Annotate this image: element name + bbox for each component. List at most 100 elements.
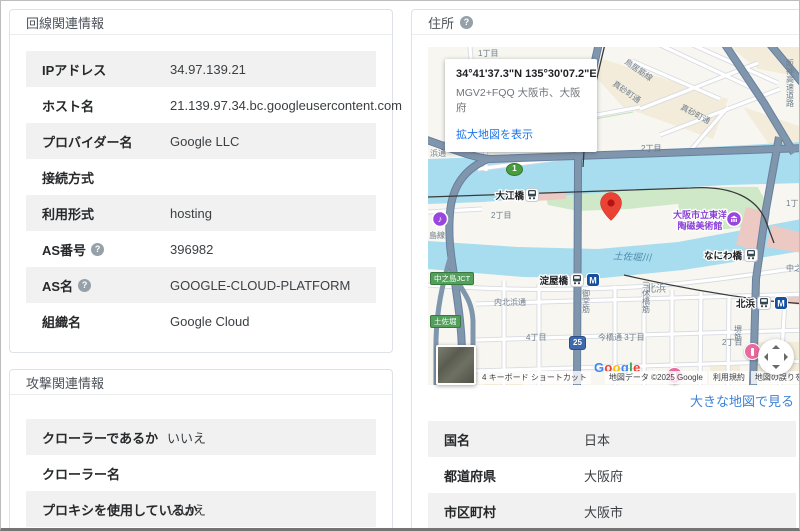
map-label: 2丁目 [641, 144, 661, 153]
highway-badge-jct: 中之島JCT [430, 272, 474, 285]
row-label: 組織名 [42, 312, 170, 331]
map-label: 4丁目 [526, 333, 546, 342]
row-label: プロキシを使用しているか [42, 500, 167, 519]
map-attribution: 4 キーボード ショートカット 地図データ ©2025 Google 利用規約 … [428, 371, 800, 384]
map-label: 2丁目 [491, 211, 511, 220]
help-icon[interactable]: ? [91, 243, 104, 256]
map-label: 陶磁美術館 [677, 220, 722, 231]
row-value: 大阪府 [584, 466, 623, 485]
row-value: 大阪市 [584, 502, 623, 521]
table-row: ホスト名21.139.97.34.bc.googleusercontent.co… [26, 87, 376, 123]
map-label: 阪神高速道路 [786, 59, 795, 107]
station-icon-yodoyabashi [571, 274, 584, 287]
row-value: 34.97.139.21 [170, 62, 246, 77]
map-label: 堺筋 [734, 324, 743, 342]
map-label: 土佐堀川 [613, 251, 653, 264]
google-map[interactable]: 1丁目2丁目1丁目浜通2丁目島線鳥居筋線真砂町通真砂町通大工町線内北浜通4丁目今… [428, 47, 800, 385]
line-info-card: 回線関連情報 IPアドレス34.97.139.21ホスト名21.139.97.3… [9, 9, 393, 353]
card-title: 攻撃関連情報 [26, 373, 104, 392]
table-row: AS名?GOOGLE-CLOUD-PLATFORM [26, 267, 376, 303]
card-header: 住所 ? [412, 10, 800, 35]
station-icon-oebashi [526, 189, 539, 202]
view-larger-map-link[interactable]: 大きな地図で見る [690, 394, 794, 409]
map-label: 大江橋 [495, 190, 524, 202]
attack-info-table: クローラーであるかいいえクローラー名プロキシを使用しているかいいえ [26, 419, 376, 527]
table-row: 都道府県大阪府 [428, 457, 796, 493]
attack-info-card: 攻撃関連情報 クローラーであるかいいえクローラー名プロキシを使用しているかいいえ [9, 369, 393, 531]
map-label: 大阪市立東洋 [673, 209, 727, 220]
map-plus-code: MGV2+FQQ 大阪市、大阪府 [456, 85, 586, 115]
map-label: 淀屋橋 [539, 275, 568, 287]
external-map-link-row: 大きな地図で見る [428, 391, 794, 409]
map-pan-control[interactable] [758, 339, 794, 375]
table-row: プロバイダー名Google LLC [26, 123, 376, 159]
svg-text:M: M [777, 299, 785, 309]
line-info-table: IPアドレス34.97.139.21ホスト名21.139.97.34.bc.go… [26, 51, 376, 339]
card-title: 回線関連情報 [26, 13, 104, 32]
row-label: 利用形式 [42, 204, 170, 223]
address-table: 国名日本都道府県大阪府市区町村大阪市 [428, 421, 796, 529]
table-row: 接続方式 [26, 159, 376, 195]
keyboard-shortcuts-label[interactable]: 4 キーボード ショートカット [478, 371, 591, 384]
row-value: GOOGLE-CLOUD-PLATFORM [170, 278, 350, 293]
svg-text:M: M [589, 276, 597, 286]
row-value: hosting [170, 206, 212, 221]
metro-icon: M [775, 297, 788, 310]
map-label: 1丁目 [786, 199, 800, 208]
map-label: 浜通 [430, 148, 446, 158]
route-shield-1: 1 [506, 163, 523, 176]
row-value: いいえ [167, 428, 206, 447]
table-row: クローラーであるかいいえ [26, 419, 376, 455]
row-value: 396982 [170, 242, 213, 257]
svg-text:♪: ♪ [438, 214, 443, 224]
card-body: 1丁目2丁目1丁目浜通2丁目島線鳥居筋線真砂町通真砂町通大工町線内北浜通4丁目今… [412, 35, 800, 529]
ip-info-page: 回線関連情報 IPアドレス34.97.139.21ホスト名21.139.97.3… [0, 0, 800, 531]
row-label: 国名 [444, 430, 584, 449]
row-value: 21.139.97.34.bc.googleusercontent.com [170, 98, 402, 113]
station-icon-naniwabashi [745, 249, 758, 262]
row-label: プロバイダー名 [42, 132, 170, 151]
help-icon[interactable]: ? [460, 16, 473, 29]
map-label: 中之島 [786, 263, 800, 273]
address-card: 住所 ? [411, 9, 800, 531]
row-label: クローラー名 [42, 464, 167, 483]
route-shield-25: 25 [569, 336, 586, 350]
table-row: AS番号?396982 [26, 231, 376, 267]
map-label: 内北浜通 [494, 297, 526, 307]
row-label: クローラーであるか [42, 428, 167, 447]
card-body: IPアドレス34.97.139.21ホスト名21.139.97.34.bc.go… [10, 35, 392, 355]
row-label: 市区町村 [444, 502, 584, 521]
row-label: ホスト名 [42, 96, 170, 115]
map-label: 島線 [429, 230, 445, 240]
map-label: 北浜 [646, 283, 666, 295]
station-icon-kitahama [758, 297, 771, 310]
satellite-toggle-thumbnail[interactable] [436, 345, 476, 385]
terms-link[interactable]: 利用規約 [709, 371, 749, 384]
table-row: 利用形式hosting [26, 195, 376, 231]
row-label: AS番号? [42, 240, 170, 259]
metro-icon: M [587, 274, 600, 287]
map-label: 1丁目 [478, 49, 498, 58]
row-value: いいえ [167, 500, 206, 519]
row-value: Google Cloud [170, 314, 250, 329]
help-icon[interactable]: ? [78, 279, 91, 292]
map-label: 今橋通 3丁目 [598, 332, 645, 342]
enlarge-map-link[interactable]: 拡大地図を表示 [456, 126, 533, 142]
row-value: Google LLC [170, 134, 239, 149]
map-info-card: 34°41'37.3"N 135°30'07.2"E MGV2+FQQ 大阪市、… [445, 59, 597, 152]
map-label: なにわ橋 [704, 250, 743, 262]
music-icon: ♪ [433, 212, 448, 227]
map-label: 北浜 [736, 298, 756, 310]
table-row: IPアドレス34.97.139.21 [26, 51, 376, 87]
row-value: 日本 [584, 430, 610, 449]
map-coordinates: 34°41'37.3"N 135°30'07.2"E [456, 68, 586, 80]
table-row: 国名日本 [428, 421, 796, 457]
row-label: 都道府県 [444, 466, 584, 485]
row-label: IPアドレス [42, 60, 170, 79]
row-label: AS名? [42, 276, 170, 295]
card-body: クローラーであるかいいえクローラー名プロキシを使用しているかいいえ [10, 395, 392, 531]
table-row: クローラー名 [26, 455, 376, 491]
highway-badge-tosabori: 土佐堀 [430, 315, 461, 328]
map-data-label: 地図データ ©2025 Google [605, 371, 707, 384]
card-header: 回線関連情報 [10, 10, 392, 35]
